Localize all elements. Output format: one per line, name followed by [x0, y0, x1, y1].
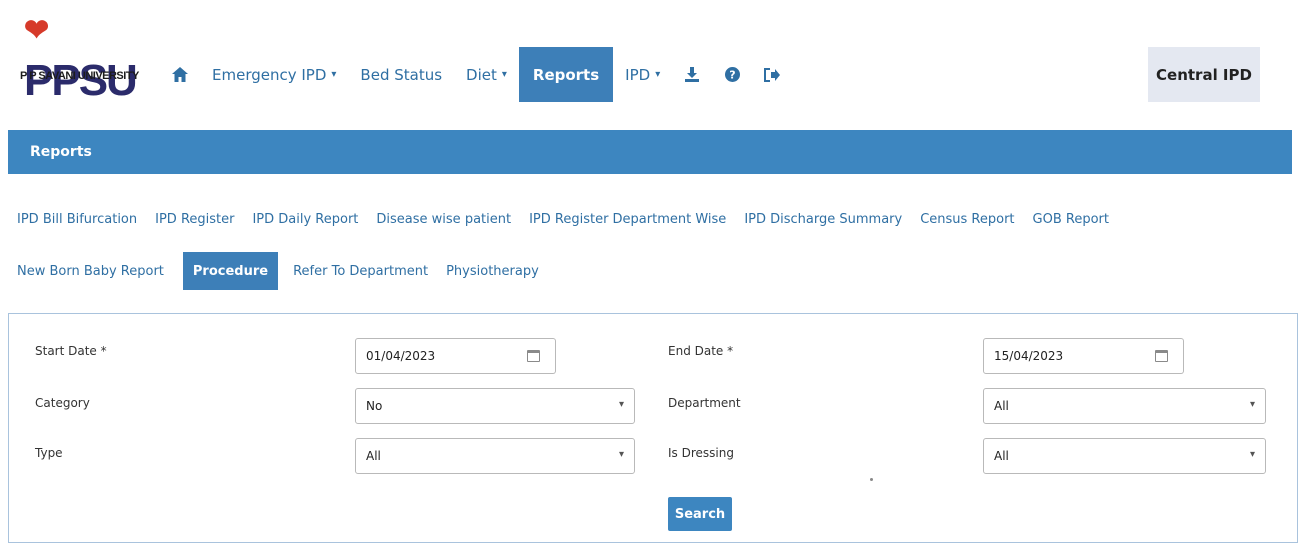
nav-emergency-label: Emergency IPD — [212, 65, 327, 84]
chevron-down-icon: ▾ — [1249, 399, 1255, 410]
download-icon[interactable] — [672, 47, 712, 102]
department-value: All — [994, 399, 1009, 413]
category-select[interactable]: No ▾ — [355, 388, 635, 424]
nav-diet[interactable]: Diet ▾ — [454, 47, 519, 102]
nav-diet-label: Diet — [466, 65, 497, 84]
department-select[interactable]: All ▾ — [983, 388, 1266, 424]
type-label: Type — [35, 446, 63, 460]
end-date-label: End Date * — [668, 344, 734, 358]
calendar-icon — [527, 350, 540, 362]
logout-icon-svg — [764, 67, 781, 82]
start-date-calendar-button[interactable] — [512, 338, 556, 374]
tab-ipd-discharge-summary[interactable]: IPD Discharge Summary — [737, 200, 909, 238]
nav-reports[interactable]: Reports — [518, 47, 614, 102]
start-date-label: Start Date * — [35, 344, 107, 358]
tab-ipd-register[interactable]: IPD Register — [148, 200, 241, 238]
is-dressing-value: All — [994, 449, 1009, 463]
nav-bed-status[interactable]: Bed Status — [348, 47, 454, 102]
tab-ipd-daily-report[interactable]: IPD Daily Report — [245, 200, 365, 238]
type-value: All — [366, 449, 381, 463]
tab-new-born-baby-report[interactable]: New Born Baby Report — [10, 252, 171, 290]
category-value: No — [366, 399, 383, 413]
start-date-field[interactable]: 01/04/2023 — [355, 338, 513, 374]
is-dressing-label: Is Dressing — [668, 446, 734, 460]
end-date-value: 15/04/2023 — [994, 349, 1064, 363]
logo-heart-icon: ❤ — [24, 14, 49, 48]
logo-mark: ❤PPSU — [24, 4, 150, 106]
start-date-value: 01/04/2023 — [366, 349, 436, 363]
nav-reports-label: Reports — [532, 65, 600, 84]
nav-ipd-label: IPD — [625, 65, 651, 84]
report-tabs-row-2: New Born Baby Report Procedure Refer To … — [10, 252, 550, 290]
home-icon-svg — [172, 67, 188, 82]
central-ipd-button[interactable]: Central IPD — [1148, 47, 1260, 102]
tab-census-report[interactable]: Census Report — [913, 200, 1021, 238]
nav-bed-status-label: Bed Status — [360, 65, 443, 84]
tab-gob-report[interactable]: GOB Report — [1026, 200, 1116, 238]
chevron-down-icon: ▾ — [618, 449, 624, 460]
report-tabs-row-1: IPD Bill Bifurcation IPD Register IPD Da… — [10, 200, 1120, 238]
stray-dot — [870, 478, 873, 481]
type-select[interactable]: All ▾ — [355, 438, 635, 474]
university-logo[interactable]: ❤PPSU P P SAVANI UNIVERSITY — [20, 4, 150, 105]
chevron-down-icon: ▾ — [655, 69, 661, 80]
help-icon-svg: ? — [724, 67, 740, 82]
search-button[interactable]: Search — [668, 497, 732, 531]
home-icon[interactable] — [160, 47, 200, 102]
is-dressing-select[interactable]: All ▾ — [983, 438, 1266, 474]
main-nav: Emergency IPD ▾ Bed Status Diet ▾ Report… — [160, 47, 792, 102]
nav-ipd[interactable]: IPD ▾ — [613, 47, 672, 102]
chevron-down-icon: ▾ — [1249, 449, 1255, 460]
tab-disease-wise-patient[interactable]: Disease wise patient — [369, 200, 518, 238]
logo-subtitle: P P SAVANI UNIVERSITY — [20, 70, 139, 82]
chevron-down-icon: ▾ — [618, 399, 624, 410]
help-icon[interactable]: ? — [712, 47, 752, 102]
top-header: ❤PPSU P P SAVANI UNIVERSITY Emergency IP… — [0, 0, 1312, 110]
end-date-field[interactable]: 15/04/2023 — [983, 338, 1141, 374]
nav-emergency-ipd[interactable]: Emergency IPD ▾ — [200, 47, 348, 102]
tab-physiotherapy[interactable]: Physiotherapy — [439, 252, 546, 290]
department-label: Department — [668, 396, 741, 410]
tab-procedure[interactable]: Procedure — [182, 252, 279, 290]
end-date-calendar-button[interactable] — [1140, 338, 1184, 374]
tab-ipd-register-department-wise[interactable]: IPD Register Department Wise — [522, 200, 733, 238]
svg-text:?: ? — [729, 69, 735, 82]
calendar-icon — [1155, 350, 1168, 362]
category-label: Category — [35, 396, 90, 410]
chevron-down-icon: ▾ — [331, 69, 337, 80]
tab-refer-to-department[interactable]: Refer To Department — [286, 252, 435, 290]
section-title-bar: Reports — [8, 130, 1292, 174]
tab-ipd-bill-bifurcation[interactable]: IPD Bill Bifurcation — [10, 200, 144, 238]
section-title: Reports — [30, 144, 92, 160]
logout-icon[interactable] — [752, 47, 792, 102]
chevron-down-icon: ▾ — [501, 69, 507, 80]
download-icon-svg — [685, 67, 700, 82]
